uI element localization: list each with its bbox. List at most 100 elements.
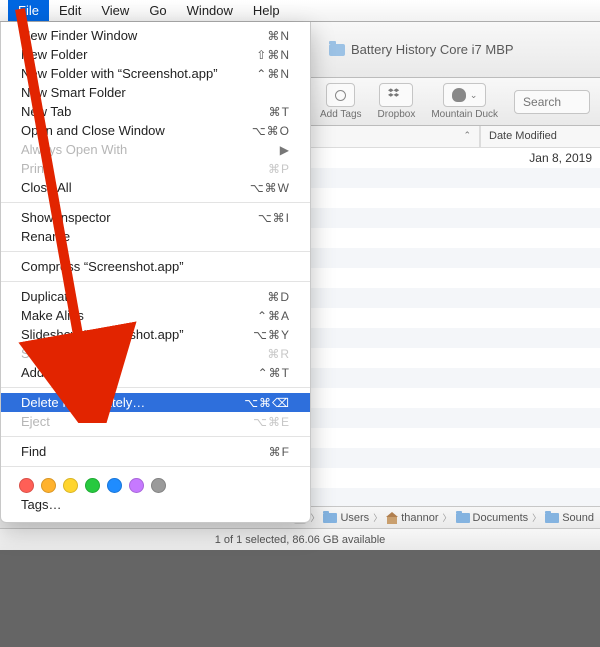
- menu-item-show-original: Show Original⌘R: [1, 344, 310, 363]
- menu-item-shortcut: ⌥⌘Y: [253, 328, 290, 342]
- menu-item-find[interactable]: Find⌘F: [1, 442, 310, 461]
- menu-view[interactable]: View: [91, 0, 139, 21]
- menu-item-shortcut: ⌘D: [267, 290, 290, 304]
- path-crumb-label: Documents: [473, 512, 529, 524]
- path-crumb[interactable]: Documents: [456, 512, 529, 524]
- menu-item-slideshow-screenshot-app[interactable]: Slideshow “Screenshot.app”⌥⌘Y: [1, 325, 310, 344]
- menu-item-shortcut: ⌃⌘N: [256, 67, 290, 81]
- mountain-duck-button[interactable]: ⌄: [443, 83, 487, 107]
- path-crumb[interactable]: Sound: [545, 512, 594, 524]
- menu-item-shortcut: ⌘F: [269, 445, 290, 459]
- chevron-right-icon: 〉: [443, 511, 452, 524]
- menu-item-new-folder[interactable]: New Folder⇧⌘N: [1, 45, 310, 64]
- menu-item-add-to-sidebar[interactable]: Add to Sidebar⌃⌘T: [1, 363, 310, 382]
- status-bar: 1 of 1 selected, 86.06 GB available: [0, 528, 600, 550]
- menu-separator: [1, 202, 310, 203]
- menu-item-new-smart-folder[interactable]: New Smart Folder: [1, 83, 310, 102]
- tag-dot[interactable]: [107, 478, 122, 493]
- menu-item-label: Show Original: [21, 346, 267, 361]
- menu-file[interactable]: File: [8, 0, 49, 21]
- add-tags-button[interactable]: [326, 83, 355, 107]
- menu-item-duplicate[interactable]: Duplicate⌘D: [1, 287, 310, 306]
- menu-item-label: Delete Immediately…: [21, 395, 244, 410]
- chevron-right-icon: 〉: [373, 511, 382, 524]
- folder-icon: [323, 513, 337, 523]
- menu-item-print: Print⌘P: [1, 159, 310, 178]
- tag-dot[interactable]: [85, 478, 100, 493]
- menu-item-shortcut: ⌘N: [267, 29, 290, 43]
- menu-item-rename[interactable]: Rename: [1, 227, 310, 246]
- path-crumb[interactable]: Users: [323, 512, 369, 524]
- add-tags-group: Add Tags: [320, 83, 362, 120]
- path-crumb[interactable]: thannor: [386, 512, 438, 524]
- file-date: Jan 8, 2019: [480, 151, 600, 165]
- menu-separator: [1, 466, 310, 467]
- menu-item-label: Close All: [21, 180, 250, 195]
- menu-window[interactable]: Window: [177, 0, 243, 21]
- file-menu-dropdown: New Finder Window⌘NNew Folder⇧⌘NNew Fold…: [0, 22, 311, 523]
- sort-caret-icon: ⌃: [463, 130, 471, 141]
- menu-item-new-tab[interactable]: New Tab⌘T: [1, 102, 310, 121]
- menu-item-label: Add to Sidebar: [21, 365, 258, 380]
- menu-item-tags[interactable]: Tags…: [1, 495, 310, 514]
- tag-circle-icon: [335, 90, 346, 101]
- menu-item-new-finder-window[interactable]: New Finder Window⌘N: [1, 26, 310, 45]
- dropbox-icon: [388, 87, 404, 103]
- path-crumb-label: Sound: [562, 512, 594, 524]
- menu-item-label: New Tab: [21, 104, 269, 119]
- tag-dot[interactable]: [129, 478, 144, 493]
- menu-item-new-folder-with-screenshot-app[interactable]: New Folder with “Screenshot.app”⌃⌘N: [1, 64, 310, 83]
- menu-item-shortcut: ⌘T: [269, 105, 290, 119]
- mountain-duck-group: ⌄ Mountain Duck: [431, 83, 498, 120]
- menu-edit[interactable]: Edit: [49, 0, 91, 21]
- menu-item-shortcut: ⌥⌘O: [252, 124, 290, 138]
- menu-separator: [1, 281, 310, 282]
- menu-separator: [1, 436, 310, 437]
- path-crumb-label: Users: [340, 512, 369, 524]
- menu-item-label: New Finder Window: [21, 28, 267, 43]
- menubar: FileEditViewGoWindowHelp: [0, 0, 600, 22]
- menu-item-make-alias[interactable]: Make Alias⌃⌘A: [1, 306, 310, 325]
- menu-go[interactable]: Go: [139, 0, 176, 21]
- menu-item-shortcut: ⌃⌘T: [258, 366, 290, 380]
- dropbox-button[interactable]: [379, 83, 413, 107]
- tag-dot[interactable]: [19, 478, 34, 493]
- add-tags-label: Add Tags: [320, 109, 362, 120]
- path-crumb-label: thannor: [401, 512, 438, 524]
- menu-item-label: New Folder with “Screenshot.app”: [21, 66, 256, 81]
- menu-separator: [1, 251, 310, 252]
- menu-item-shortcut: ⌃⌘A: [257, 309, 290, 323]
- chevron-down-icon: ⌄: [470, 90, 478, 101]
- folder-icon: [329, 44, 345, 56]
- search-input[interactable]: [514, 90, 590, 114]
- menu-item-label: New Folder: [21, 47, 256, 62]
- menu-item-close-all[interactable]: Close All⌥⌘W: [1, 178, 310, 197]
- tag-dot[interactable]: [41, 478, 56, 493]
- menu-item-label: Slideshow “Screenshot.app”: [21, 327, 253, 342]
- menu-item-label: Find: [21, 444, 269, 459]
- menu-help[interactable]: Help: [243, 0, 290, 21]
- menu-item-show-inspector[interactable]: Show Inspector⌥⌘I: [1, 208, 310, 227]
- search-group: [514, 90, 590, 114]
- chevron-right-icon: 〉: [310, 511, 319, 524]
- menu-item-shortcut: ⌥⌘⌫: [244, 396, 290, 410]
- column-header-date[interactable]: Date Modified: [480, 126, 600, 147]
- menu-item-compress-screenshot-app[interactable]: Compress “Screenshot.app”: [1, 257, 310, 276]
- folder-icon: [545, 513, 559, 523]
- menu-item-delete-immediately[interactable]: Delete Immediately…⌥⌘⌫: [1, 393, 310, 412]
- dropbox-label: Dropbox: [378, 109, 416, 120]
- menu-item-always-open-with: Always Open With▶: [1, 140, 310, 159]
- menu-item-shortcut: ⌥⌘I: [258, 211, 290, 225]
- menu-item-shortcut: ⌥⌘E: [253, 415, 290, 429]
- menu-item-label: Print: [21, 161, 268, 176]
- tag-color-row: [1, 472, 310, 495]
- menu-item-label: Open and Close Window: [21, 123, 252, 138]
- menu-item-label: Duplicate: [21, 289, 267, 304]
- duck-icon: [452, 88, 466, 102]
- menu-item-open-and-close-window[interactable]: Open and Close Window⌥⌘O: [1, 121, 310, 140]
- dropbox-group: Dropbox: [378, 83, 416, 120]
- tag-dot[interactable]: [63, 478, 78, 493]
- tag-dot[interactable]: [151, 478, 166, 493]
- menu-item-label: Show Inspector: [21, 210, 258, 225]
- menu-item-label: Compress “Screenshot.app”: [21, 259, 290, 274]
